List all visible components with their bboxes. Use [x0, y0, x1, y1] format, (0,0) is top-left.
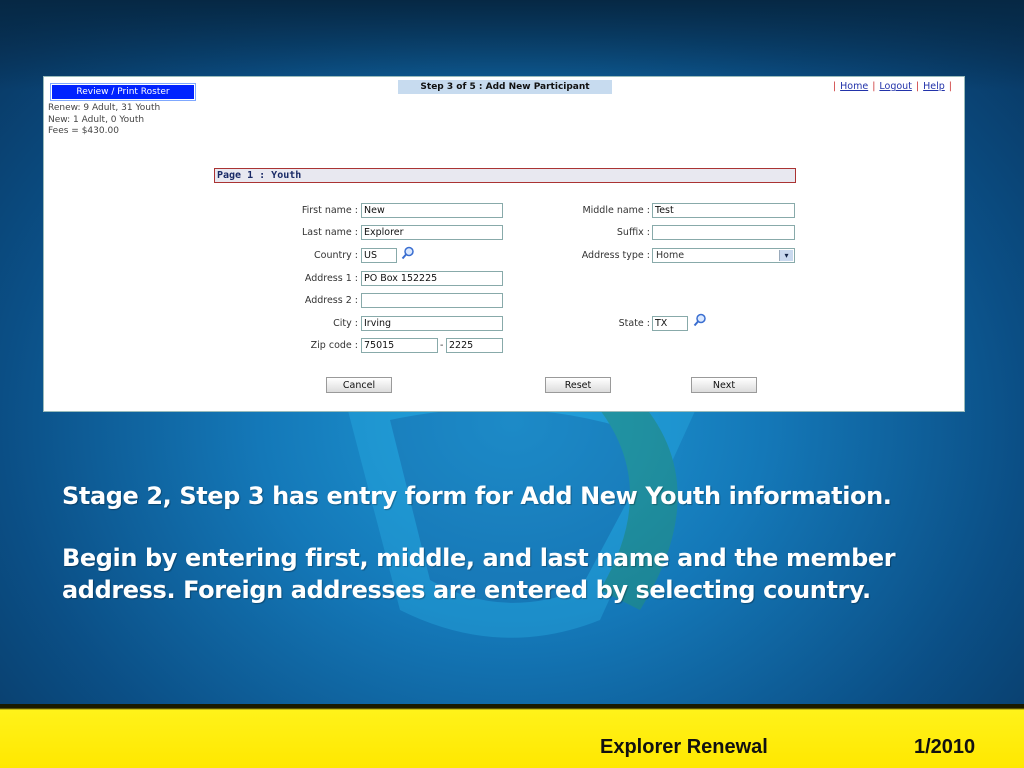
country-input[interactable]: US: [361, 248, 397, 263]
reset-button[interactable]: Reset: [545, 377, 611, 393]
address1-label: Address 1 :: [304, 273, 358, 284]
step-title: Step 3 of 5 : Add New Participant: [398, 80, 612, 94]
footer-date: 1/2010: [914, 736, 976, 758]
address-type-select[interactable]: Home ▾: [652, 248, 795, 263]
state-search-icon[interactable]: [693, 313, 707, 327]
chevron-down-icon[interactable]: ▾: [779, 250, 793, 261]
app-screenshot-window: Review / Print Roster Renew: 9 Adult, 31…: [43, 76, 965, 412]
caption-line-1: Stage 2, Step 3 has entry form for Add N…: [62, 482, 892, 510]
footer-title: Explorer Renewal: [600, 736, 768, 758]
address2-input[interactable]: [361, 293, 503, 308]
zip-code-label: Zip code :: [310, 340, 358, 351]
help-link[interactable]: Help: [923, 81, 945, 92]
address1-input[interactable]: PO Box 152225: [361, 271, 503, 286]
address2-label: Address 2 :: [304, 295, 358, 306]
last-name-input[interactable]: Explorer: [361, 225, 503, 240]
state-label: State :: [618, 318, 650, 329]
last-name-label: Last name :: [302, 227, 358, 238]
next-button[interactable]: Next: [691, 377, 757, 393]
slide-footer: [0, 704, 1024, 768]
middle-name-input[interactable]: Test: [652, 203, 795, 218]
cancel-button[interactable]: Cancel: [326, 377, 392, 393]
top-links: | Home | Logout | Help |: [832, 81, 952, 92]
section-title-youth: Page 1 : Youth: [214, 168, 796, 183]
roster-summary: Renew: 9 Adult, 31 Youth New: 1 Adult, 0…: [48, 103, 160, 138]
suffix-input[interactable]: [652, 225, 795, 240]
caption-line-2: Begin by entering first, middle, and las…: [62, 544, 896, 604]
address-type-label: Address type :: [581, 250, 650, 261]
country-label: Country :: [314, 250, 358, 261]
state-input[interactable]: TX: [652, 316, 688, 331]
suffix-label: Suffix :: [616, 227, 650, 238]
summary-fees: Fees = $430.00: [48, 126, 119, 136]
city-input[interactable]: Irving: [361, 316, 503, 331]
city-label: City :: [333, 318, 358, 329]
summary-renew: Renew: 9 Adult, 31 Youth: [48, 103, 161, 113]
first-name-label: First name :: [301, 205, 358, 216]
zip-separator: -: [440, 340, 444, 351]
middle-name-label: Middle name :: [582, 205, 650, 216]
first-name-input[interactable]: New: [361, 203, 503, 218]
country-search-icon[interactable]: [401, 246, 415, 260]
address-type-value: Home: [656, 250, 685, 261]
zip-code-input[interactable]: 75015: [361, 338, 438, 353]
zip-extension-input[interactable]: 2225: [446, 338, 503, 353]
home-link[interactable]: Home: [840, 81, 868, 92]
summary-new: New: 1 Adult, 0 Youth: [48, 114, 145, 125]
review-print-roster-button[interactable]: Review / Print Roster: [50, 83, 196, 101]
logout-link[interactable]: Logout: [879, 81, 912, 92]
